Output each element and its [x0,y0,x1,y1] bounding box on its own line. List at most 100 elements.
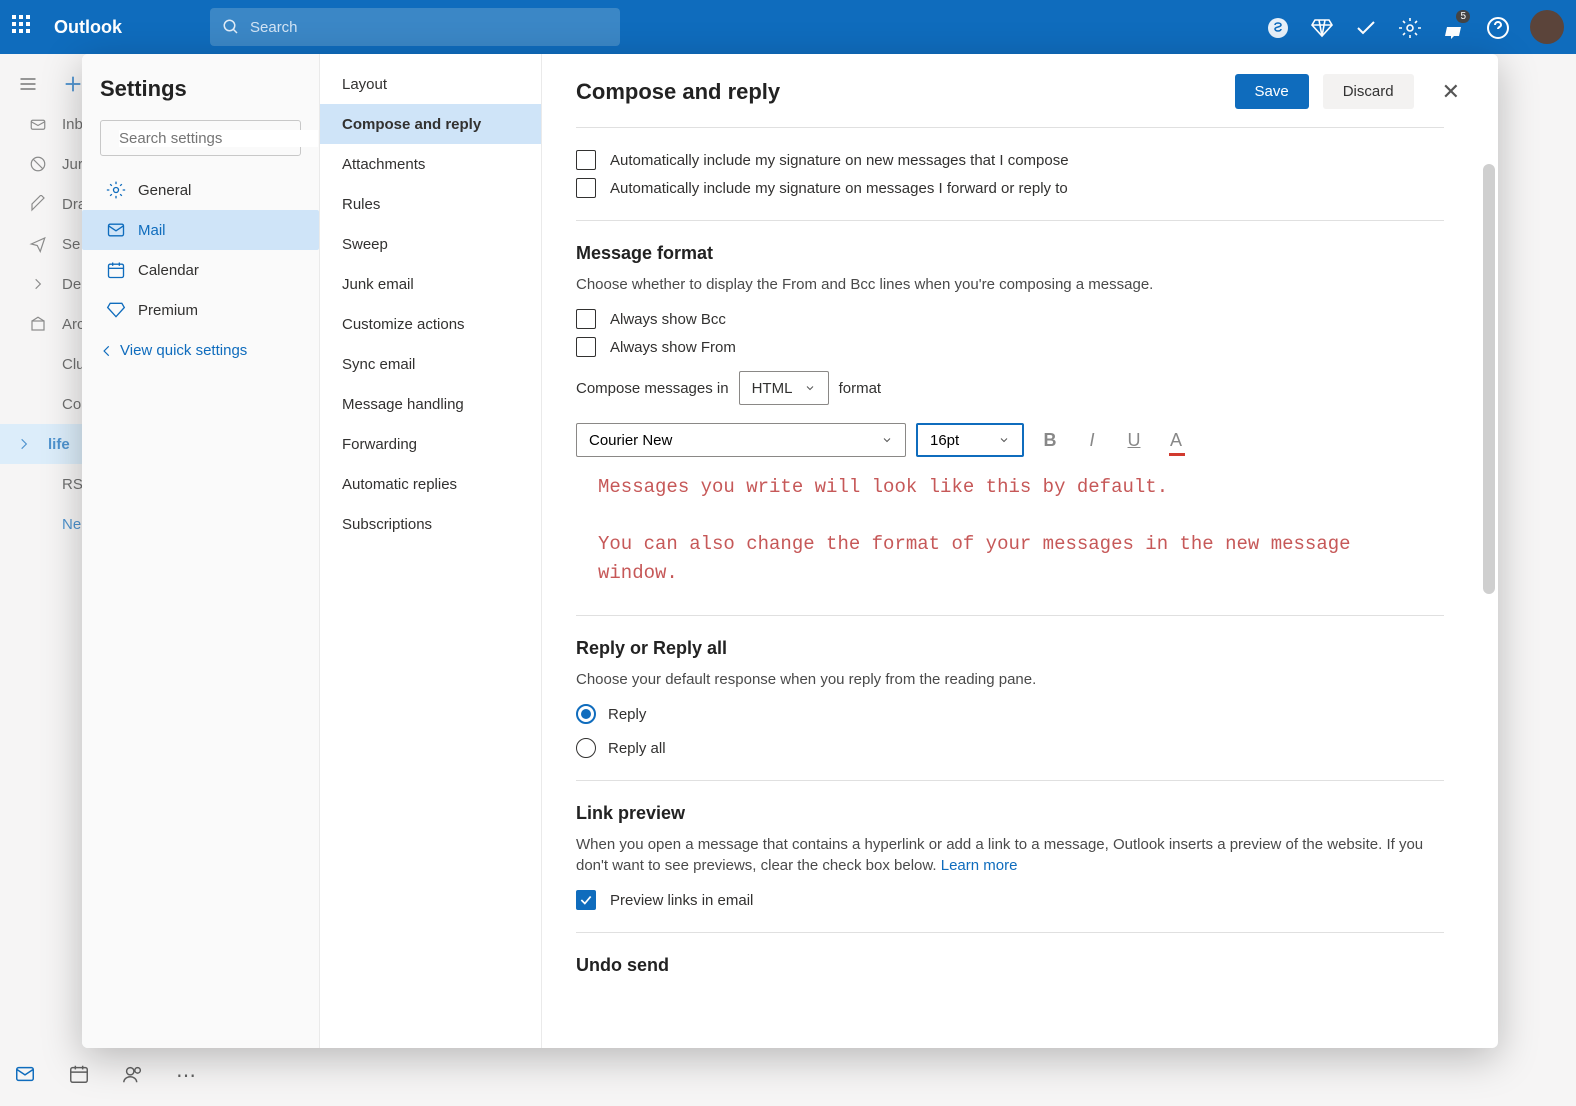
discard-button[interactable]: Discard [1323,74,1414,109]
font-color-button[interactable]: A [1160,424,1192,456]
help-icon[interactable] [1486,16,1508,38]
notification-badge: 5 [1456,10,1470,23]
italic-button[interactable]: I [1076,424,1108,456]
radio-icon [576,704,596,724]
search-icon [222,18,240,36]
cat-label: General [138,182,191,199]
skype-icon[interactable] [1266,16,1288,38]
close-icon[interactable]: ✕ [1438,75,1464,109]
chevron-down-icon [881,434,893,446]
settings-sub-item[interactable]: Compose and reply [320,104,541,144]
settings-search-input[interactable] [119,130,318,147]
calendar-module-icon[interactable] [68,1063,90,1088]
view-quick-settings-label: View quick settings [120,342,247,359]
checkbox-icon [576,337,596,357]
underline-button[interactable]: U [1118,424,1150,456]
mail-module-icon[interactable] [14,1063,36,1088]
select-value: 16pt [930,432,959,449]
compose-format-suffix: format [839,380,882,397]
brand-name[interactable]: Outlook [54,17,122,38]
checkbox-preview-links[interactable]: Preview links in email [576,890,1444,910]
preview-line: You can also change the format of your m… [598,530,1426,587]
checkbox-label: Automatically include my signature on ne… [610,152,1069,169]
compose-format-label: Compose messages in [576,380,729,397]
settings-sub-item[interactable]: Subscriptions [320,504,541,544]
select-value: HTML [752,380,793,397]
settings-cat-general[interactable]: General [100,170,301,210]
chevron-left-icon [100,344,114,358]
settings-cat-calendar[interactable]: Calendar [100,250,301,290]
radio-reply[interactable]: Reply [576,704,1444,724]
notifications-icon[interactable]: 5 [1442,16,1464,38]
premium-icon [106,300,126,320]
settings-categories: Settings General Mail Calendar Premium View… [82,54,320,1048]
settings-cat-mail[interactable]: Mail [82,210,319,250]
cat-label: Mail [138,222,166,239]
checkbox-icon [576,309,596,329]
general-icon [106,180,126,200]
settings-search[interactable] [100,120,301,156]
account-avatar[interactable] [1530,10,1564,44]
people-module-icon[interactable] [122,1063,144,1088]
font-size-select[interactable]: 16pt [916,423,1024,457]
checkbox-icon [576,150,596,170]
bold-button[interactable]: B [1034,424,1066,456]
view-quick-settings-link[interactable]: View quick settings [100,342,301,359]
settings-pane: Compose and reply Save Discard ✕ Automat… [542,54,1498,1048]
message-format-desc: Choose whether to display the From and B… [576,274,1444,295]
reply-desc: Choose your default response when you re… [576,669,1444,690]
more-modules-icon[interactable]: ⋯ [176,1063,196,1088]
cat-label: Premium [138,302,198,319]
message-format-heading: Message format [576,243,1444,264]
radio-label: Reply all [608,740,666,757]
checkbox-show-from[interactable]: Always show From [576,337,1444,357]
message-preview: Messages you write will look like this b… [576,457,1444,593]
settings-sub-item[interactable]: Sweep [320,224,541,264]
checkbox-sig-new[interactable]: Automatically include my signature on ne… [576,150,1444,170]
diamond-icon[interactable] [1310,16,1332,38]
todo-check-icon[interactable] [1354,16,1376,38]
radio-label: Reply [608,706,646,723]
settings-sub-item[interactable]: Customize actions [320,304,541,344]
global-search[interactable] [210,8,620,46]
radio-reply-all[interactable]: Reply all [576,738,1444,758]
checkbox-label: Always show From [610,339,736,356]
settings-sub-item[interactable]: Rules [320,184,541,224]
select-value: Courier New [589,432,672,449]
settings-sub-item[interactable]: Junk email [320,264,541,304]
chevron-down-icon [998,434,1010,446]
mail-icon [106,220,126,240]
settings-sub-item[interactable]: Message handling [320,384,541,424]
settings-title: Settings [100,76,301,102]
settings-sub-item[interactable]: Attachments [320,144,541,184]
compose-format-select[interactable]: HTML [739,371,829,405]
link-preview-heading: Link preview [576,803,1444,824]
checkbox-icon [576,890,596,910]
settings-sub-item[interactable]: Forwarding [320,424,541,464]
checkbox-label: Automatically include my signature on me… [610,180,1068,197]
settings-sub-item[interactable]: Sync email [320,344,541,384]
reply-heading: Reply or Reply all [576,638,1444,659]
settings-sub-item[interactable]: Layout [320,64,541,104]
settings-sub-item[interactable]: Automatic replies [320,464,541,504]
font-family-select[interactable]: Courier New [576,423,906,457]
calendar-icon [106,260,126,280]
checkbox-sig-reply[interactable]: Automatically include my signature on me… [576,178,1444,198]
radio-icon [576,738,596,758]
learn-more-link[interactable]: Learn more [941,857,1018,874]
checkbox-icon [576,178,596,198]
settings-dialog: Settings General Mail Calendar Premium View… [82,54,1498,1048]
scrollbar-thumb[interactable] [1483,164,1495,594]
settings-gear-icon[interactable] [1398,16,1420,38]
global-search-input[interactable] [250,19,608,36]
checkbox-label: Always show Bcc [610,311,726,328]
cat-label: Calendar [138,262,199,279]
settings-subcategories: LayoutCompose and replyAttachmentsRulesS… [320,54,542,1048]
save-button[interactable]: Save [1235,74,1309,109]
settings-cat-premium[interactable]: Premium [100,290,301,330]
chevron-down-icon [804,382,816,394]
undo-send-heading: Undo send [576,955,1444,976]
app-launcher-icon[interactable] [12,15,36,39]
checkbox-show-bcc[interactable]: Always show Bcc [576,309,1444,329]
link-preview-desc: When you open a message that contains a … [576,834,1444,876]
